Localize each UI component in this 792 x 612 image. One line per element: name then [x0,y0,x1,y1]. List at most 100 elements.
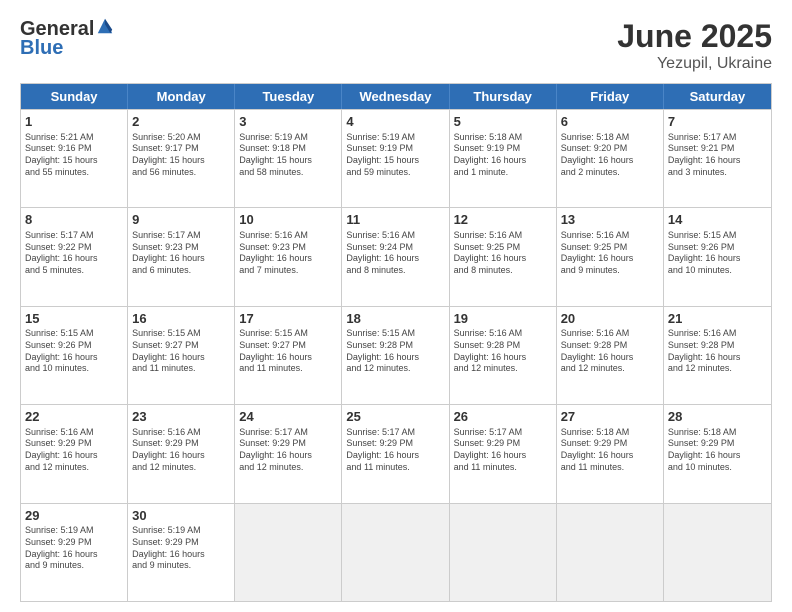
day-number: 16 [132,310,230,328]
calendar: SundayMondayTuesdayWednesdayThursdayFrid… [20,83,772,602]
day-cell-10: 10Sunrise: 5:16 AM Sunset: 9:23 PM Dayli… [235,208,342,305]
day-number: 6 [561,113,659,131]
day-number: 11 [346,211,444,229]
day-cell-29: 29Sunrise: 5:19 AM Sunset: 9:29 PM Dayli… [21,504,128,601]
day-info: Sunrise: 5:17 AM Sunset: 9:29 PM Dayligh… [239,427,337,474]
day-info: Sunrise: 5:16 AM Sunset: 9:29 PM Dayligh… [25,427,123,474]
day-info: Sunrise: 5:16 AM Sunset: 9:28 PM Dayligh… [561,328,659,375]
empty-cell [235,504,342,601]
empty-cell [664,504,771,601]
day-number: 17 [239,310,337,328]
day-cell-4: 4Sunrise: 5:19 AM Sunset: 9:19 PM Daylig… [342,110,449,207]
day-cell-8: 8Sunrise: 5:17 AM Sunset: 9:22 PM Daylig… [21,208,128,305]
header-day-friday: Friday [557,84,664,109]
calendar-row-1: 1Sunrise: 5:21 AM Sunset: 9:16 PM Daylig… [21,109,771,207]
day-info: Sunrise: 5:16 AM Sunset: 9:28 PM Dayligh… [454,328,552,375]
day-number: 2 [132,113,230,131]
day-number: 26 [454,408,552,426]
day-info: Sunrise: 5:15 AM Sunset: 9:27 PM Dayligh… [132,328,230,375]
day-cell-24: 24Sunrise: 5:17 AM Sunset: 9:29 PM Dayli… [235,405,342,502]
header-day-thursday: Thursday [450,84,557,109]
day-info: Sunrise: 5:17 AM Sunset: 9:21 PM Dayligh… [668,132,767,179]
day-number: 25 [346,408,444,426]
calendar-row-2: 8Sunrise: 5:17 AM Sunset: 9:22 PM Daylig… [21,207,771,305]
day-cell-27: 27Sunrise: 5:18 AM Sunset: 9:29 PM Dayli… [557,405,664,502]
calendar-row-4: 22Sunrise: 5:16 AM Sunset: 9:29 PM Dayli… [21,404,771,502]
day-cell-7: 7Sunrise: 5:17 AM Sunset: 9:21 PM Daylig… [664,110,771,207]
day-number: 15 [25,310,123,328]
day-info: Sunrise: 5:18 AM Sunset: 9:20 PM Dayligh… [561,132,659,179]
calendar-row-3: 15Sunrise: 5:15 AM Sunset: 9:26 PM Dayli… [21,306,771,404]
day-number: 30 [132,507,230,525]
header-day-saturday: Saturday [664,84,771,109]
main-title: June 2025 [617,18,772,55]
day-cell-17: 17Sunrise: 5:15 AM Sunset: 9:27 PM Dayli… [235,307,342,404]
day-cell-21: 21Sunrise: 5:16 AM Sunset: 9:28 PM Dayli… [664,307,771,404]
day-number: 5 [454,113,552,131]
title-block: June 2025 Yezupil, Ukraine [617,18,772,73]
day-info: Sunrise: 5:19 AM Sunset: 9:19 PM Dayligh… [346,132,444,179]
day-info: Sunrise: 5:17 AM Sunset: 9:29 PM Dayligh… [346,427,444,474]
day-cell-13: 13Sunrise: 5:16 AM Sunset: 9:25 PM Dayli… [557,208,664,305]
day-cell-2: 2Sunrise: 5:20 AM Sunset: 9:17 PM Daylig… [128,110,235,207]
day-cell-9: 9Sunrise: 5:17 AM Sunset: 9:23 PM Daylig… [128,208,235,305]
day-cell-5: 5Sunrise: 5:18 AM Sunset: 9:19 PM Daylig… [450,110,557,207]
day-cell-28: 28Sunrise: 5:18 AM Sunset: 9:29 PM Dayli… [664,405,771,502]
day-cell-14: 14Sunrise: 5:15 AM Sunset: 9:26 PM Dayli… [664,208,771,305]
day-number: 29 [25,507,123,525]
day-number: 22 [25,408,123,426]
day-number: 9 [132,211,230,229]
day-number: 20 [561,310,659,328]
day-number: 21 [668,310,767,328]
day-cell-11: 11Sunrise: 5:16 AM Sunset: 9:24 PM Dayli… [342,208,449,305]
day-info: Sunrise: 5:18 AM Sunset: 9:29 PM Dayligh… [561,427,659,474]
empty-cell [557,504,664,601]
empty-cell [450,504,557,601]
header: General Blue June 2025 Yezupil, Ukraine [20,18,772,73]
day-cell-20: 20Sunrise: 5:16 AM Sunset: 9:28 PM Dayli… [557,307,664,404]
day-info: Sunrise: 5:19 AM Sunset: 9:18 PM Dayligh… [239,132,337,179]
day-info: Sunrise: 5:21 AM Sunset: 9:16 PM Dayligh… [25,132,123,179]
day-info: Sunrise: 5:15 AM Sunset: 9:26 PM Dayligh… [668,230,767,277]
day-number: 12 [454,211,552,229]
logo-blue-text: Blue [20,37,63,60]
day-cell-16: 16Sunrise: 5:15 AM Sunset: 9:27 PM Dayli… [128,307,235,404]
day-info: Sunrise: 5:15 AM Sunset: 9:26 PM Dayligh… [25,328,123,375]
logo-icon [96,17,114,35]
day-cell-25: 25Sunrise: 5:17 AM Sunset: 9:29 PM Dayli… [342,405,449,502]
day-cell-18: 18Sunrise: 5:15 AM Sunset: 9:28 PM Dayli… [342,307,449,404]
day-cell-22: 22Sunrise: 5:16 AM Sunset: 9:29 PM Dayli… [21,405,128,502]
day-info: Sunrise: 5:15 AM Sunset: 9:28 PM Dayligh… [346,328,444,375]
day-number: 14 [668,211,767,229]
day-info: Sunrise: 5:16 AM Sunset: 9:23 PM Dayligh… [239,230,337,277]
calendar-header: SundayMondayTuesdayWednesdayThursdayFrid… [21,84,771,109]
day-info: Sunrise: 5:18 AM Sunset: 9:29 PM Dayligh… [668,427,767,474]
day-cell-19: 19Sunrise: 5:16 AM Sunset: 9:28 PM Dayli… [450,307,557,404]
logo: General Blue [20,18,114,60]
day-cell-30: 30Sunrise: 5:19 AM Sunset: 9:29 PM Dayli… [128,504,235,601]
day-info: Sunrise: 5:15 AM Sunset: 9:27 PM Dayligh… [239,328,337,375]
day-cell-23: 23Sunrise: 5:16 AM Sunset: 9:29 PM Dayli… [128,405,235,502]
day-number: 7 [668,113,767,131]
day-info: Sunrise: 5:16 AM Sunset: 9:25 PM Dayligh… [454,230,552,277]
day-cell-12: 12Sunrise: 5:16 AM Sunset: 9:25 PM Dayli… [450,208,557,305]
header-day-tuesday: Tuesday [235,84,342,109]
day-number: 24 [239,408,337,426]
day-info: Sunrise: 5:19 AM Sunset: 9:29 PM Dayligh… [25,525,123,572]
empty-cell [342,504,449,601]
day-number: 13 [561,211,659,229]
day-number: 10 [239,211,337,229]
header-day-monday: Monday [128,84,235,109]
day-cell-3: 3Sunrise: 5:19 AM Sunset: 9:18 PM Daylig… [235,110,342,207]
header-day-wednesday: Wednesday [342,84,449,109]
day-info: Sunrise: 5:17 AM Sunset: 9:23 PM Dayligh… [132,230,230,277]
page: General Blue June 2025 Yezupil, Ukraine … [0,0,792,612]
day-cell-26: 26Sunrise: 5:17 AM Sunset: 9:29 PM Dayli… [450,405,557,502]
day-cell-1: 1Sunrise: 5:21 AM Sunset: 9:16 PM Daylig… [21,110,128,207]
calendar-body: 1Sunrise: 5:21 AM Sunset: 9:16 PM Daylig… [21,109,771,601]
day-cell-6: 6Sunrise: 5:18 AM Sunset: 9:20 PM Daylig… [557,110,664,207]
day-number: 1 [25,113,123,131]
day-info: Sunrise: 5:20 AM Sunset: 9:17 PM Dayligh… [132,132,230,179]
day-number: 18 [346,310,444,328]
day-number: 23 [132,408,230,426]
